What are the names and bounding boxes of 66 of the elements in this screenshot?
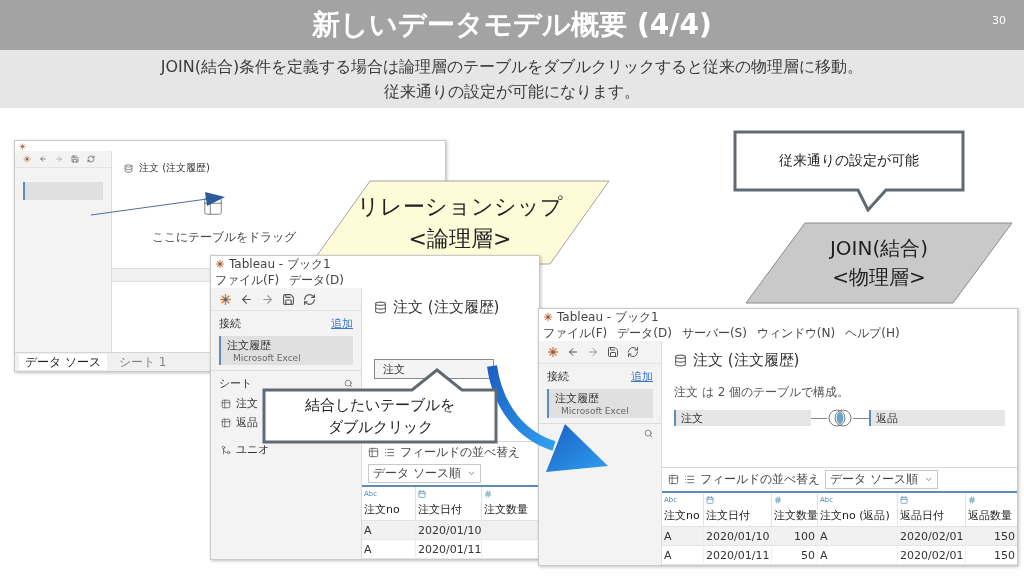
- add-link[interactable]: 追加: [331, 316, 353, 331]
- table-cell: 2020/01/11: [416, 540, 482, 559]
- subtitle-text: 従来通りの設定が可能になります。: [384, 81, 640, 103]
- table-cell: A: [362, 540, 416, 559]
- callout-text: JOIN(結合): [829, 235, 929, 262]
- column-name: 返品数量: [968, 508, 1013, 523]
- table-cell: 2020/01/10: [416, 521, 482, 540]
- table-cell: 2020/01/10: [704, 527, 772, 546]
- window-title: Tableau - ブック1: [557, 309, 659, 326]
- union-item[interactable]: ユニオ: [221, 440, 269, 459]
- table-cell: 2020/02/01: [898, 527, 966, 546]
- datasource-title: 注文 (注文履歴): [693, 351, 800, 370]
- callout-text: 従来通りの設定が可能: [779, 150, 919, 170]
- column-name: 注文no (返品): [820, 508, 891, 523]
- column-name: 注文日付: [706, 508, 751, 523]
- callout-text: 結合したいテーブルを: [305, 395, 455, 417]
- connection-type: Microsoft Excel: [232, 353, 302, 363]
- menu-item[interactable]: データ(D): [617, 324, 672, 342]
- datasource-title: 注文 (注文履歴): [393, 298, 500, 317]
- table-cell: 150: [966, 546, 1017, 565]
- column-name: 注文no: [664, 508, 701, 523]
- column-name: 注文日付: [418, 502, 463, 517]
- join-table[interactable]: 注文: [674, 410, 811, 426]
- window-title: Tableau - ブック1: [229, 256, 331, 273]
- column-name: 注文no: [364, 502, 401, 517]
- table-cell: 50: [772, 546, 818, 565]
- menu-item[interactable]: データ(D): [289, 271, 344, 289]
- table-cell: 100: [772, 527, 818, 546]
- table-cell: 2020/01/11: [704, 546, 772, 565]
- menu-item[interactable]: サーバー(S): [681, 324, 747, 342]
- menu-item[interactable]: ファイル(F): [215, 271, 280, 289]
- slide-title: 新しいデータモデル概要 (4/4): [312, 7, 712, 43]
- sort-select[interactable]: データ ソース順: [368, 464, 481, 483]
- callout-text: リレーションシップ: [357, 192, 563, 221]
- section-label: 接続: [219, 316, 241, 331]
- sheet-tab[interactable]: データ ソース: [19, 354, 107, 370]
- subtitle-text: JOIN(結合)条件を定義する場合は論理層のテーブルをダブルクリックすると従来の物理層に移動。: [160, 56, 864, 78]
- add-link[interactable]: 追加: [631, 369, 653, 384]
- section-label: シート: [219, 376, 252, 391]
- join-table[interactable]: 返品: [868, 410, 1005, 426]
- connection-name: 注文履歴: [227, 338, 272, 353]
- sheet-item[interactable]: 注文: [221, 394, 258, 413]
- datasource-title: 注文 (注文履歴): [139, 161, 210, 175]
- column-name: 注文数量: [484, 502, 529, 517]
- table-cell: 150: [966, 527, 1017, 546]
- menu-item[interactable]: ファイル(F): [543, 324, 608, 342]
- menu-item[interactable]: ヘルプ(H): [845, 324, 900, 342]
- description-text: 注文 は 2 個のテーブルで構成。: [674, 384, 851, 401]
- sheet-item[interactable]: 返品: [221, 413, 258, 432]
- table-box[interactable]: 注文: [374, 359, 494, 379]
- sort-select[interactable]: データ ソース順: [825, 470, 938, 489]
- table-cell: A: [362, 521, 416, 540]
- table-cell: A: [818, 527, 898, 546]
- table-cell: A: [662, 546, 704, 565]
- table-cell: A: [818, 546, 898, 565]
- table-cell: 2020/02/01: [898, 546, 966, 565]
- callout-text: <物理層>: [832, 264, 926, 291]
- sort-label: フィールドの並べ替え: [700, 471, 820, 488]
- table-cell: A: [662, 527, 704, 546]
- column-name: 返品日付: [900, 508, 945, 523]
- callout-text: <論理層>: [408, 224, 512, 253]
- drop-hint: ここにテーブルをドラッグ: [152, 229, 296, 246]
- menu-item[interactable]: ウィンドウ(N): [756, 324, 836, 342]
- page-number: 30: [992, 14, 1006, 27]
- connection-item[interactable]: 注文履歴 Microsoft Excel: [219, 336, 353, 365]
- callout-text: ダブルクリック: [327, 417, 433, 438]
